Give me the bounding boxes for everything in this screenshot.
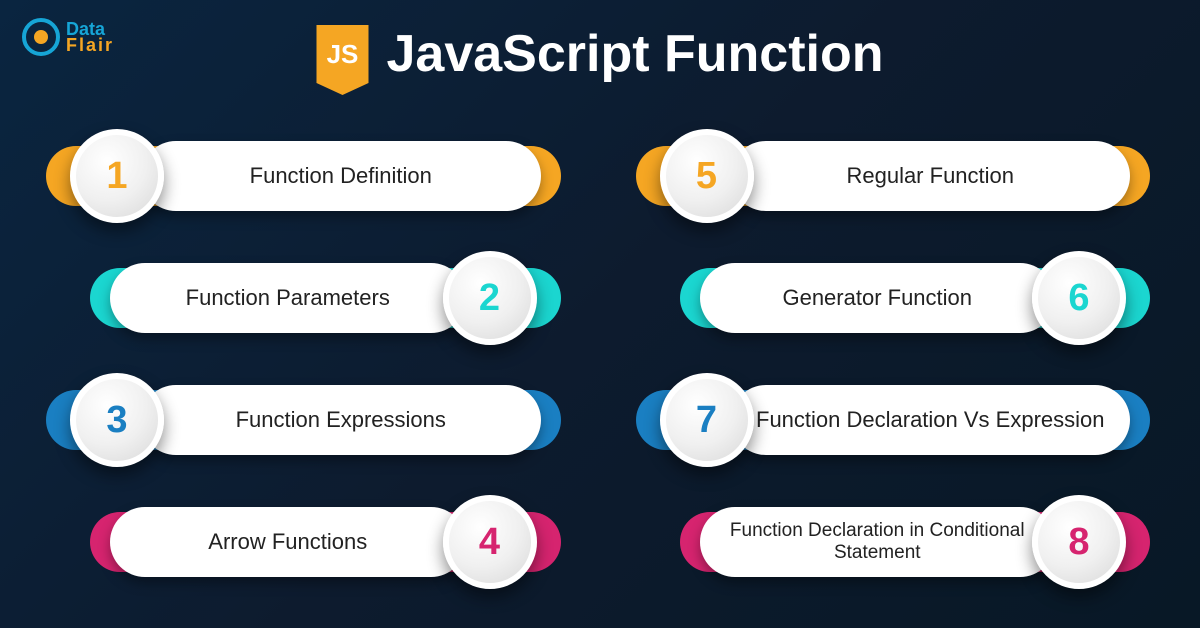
pill-body: Function Parameters bbox=[110, 263, 466, 333]
pill-body: Generator Function bbox=[700, 263, 1056, 333]
number-badge: 5 bbox=[660, 129, 754, 223]
page-title: JavaScript Function bbox=[387, 24, 884, 84]
item-number: 8 bbox=[1068, 521, 1089, 564]
item-label: Function Expressions bbox=[224, 407, 458, 432]
pill-body: Function Expressions bbox=[141, 385, 541, 455]
item-number: 1 bbox=[106, 155, 127, 198]
item-label: Function Declaration Vs Expression bbox=[744, 407, 1117, 432]
header: JS JavaScript Function bbox=[317, 24, 884, 84]
list-item: Function Declaration Vs Expression 7 bbox=[636, 379, 1151, 461]
list-item: Generator Function 6 bbox=[680, 257, 1151, 339]
list-item: Function Parameters 2 bbox=[90, 257, 561, 339]
pill-body: Function Declaration Vs Expression bbox=[731, 385, 1131, 455]
brand-logo-text: Data Flair bbox=[66, 20, 114, 54]
item-label: Function Parameters bbox=[174, 285, 402, 310]
number-badge: 4 bbox=[443, 495, 537, 589]
brand-logo: Data Flair bbox=[22, 18, 114, 56]
number-badge: 6 bbox=[1032, 251, 1126, 345]
js-badge-text: JS bbox=[327, 39, 359, 70]
item-label: Regular Function bbox=[834, 163, 1026, 188]
number-badge: 2 bbox=[443, 251, 537, 345]
list-item: Function Declaration in Conditional Stat… bbox=[680, 501, 1151, 583]
item-number: 2 bbox=[479, 277, 500, 320]
pill-body: Function Declaration in Conditional Stat… bbox=[700, 507, 1056, 577]
number-badge: 7 bbox=[660, 373, 754, 467]
list-item: Regular Function 5 bbox=[636, 135, 1151, 217]
pill-body: Regular Function bbox=[731, 141, 1131, 211]
list-item: Function Definition 1 bbox=[46, 135, 561, 217]
pill-body: Arrow Functions bbox=[110, 507, 466, 577]
item-number: 5 bbox=[696, 155, 717, 198]
item-number: 6 bbox=[1068, 277, 1089, 320]
item-label: Function Declaration in Conditional Stat… bbox=[700, 520, 1056, 564]
items-grid: Function Definition 1 Regular Function 5… bbox=[0, 135, 1200, 583]
number-badge: 3 bbox=[70, 373, 164, 467]
item-number: 3 bbox=[106, 399, 127, 442]
number-badge: 1 bbox=[70, 129, 164, 223]
brand-logo-icon bbox=[22, 18, 60, 56]
item-label: Generator Function bbox=[770, 285, 984, 310]
pill-body: Function Definition bbox=[141, 141, 541, 211]
item-number: 7 bbox=[696, 399, 717, 442]
item-number: 4 bbox=[479, 521, 500, 564]
item-label: Function Definition bbox=[238, 163, 444, 188]
js-badge-icon: JS bbox=[317, 25, 369, 83]
list-item: Arrow Functions 4 bbox=[90, 501, 561, 583]
item-label: Arrow Functions bbox=[196, 529, 379, 554]
list-item: Function Expressions 3 bbox=[46, 379, 561, 461]
number-badge: 8 bbox=[1032, 495, 1126, 589]
brand-bottom: Flair bbox=[66, 36, 114, 54]
